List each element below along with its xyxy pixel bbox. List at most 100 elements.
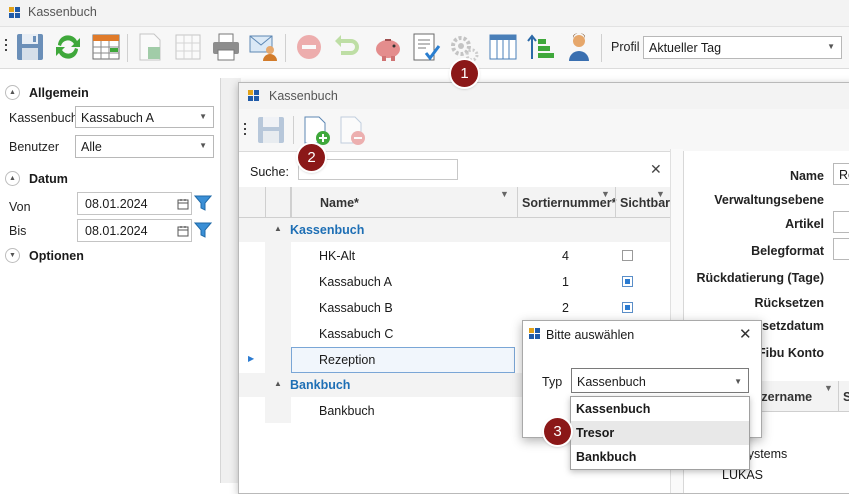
piggy-bank-button[interactable] (372, 31, 404, 63)
columns-button[interactable] (487, 31, 519, 63)
visible-checkbox[interactable] (622, 302, 633, 313)
table-row[interactable]: Kassabuch A 1 (291, 269, 670, 295)
calendar-grid-icon (92, 34, 120, 60)
typ-value: Kassenbuch (577, 375, 646, 389)
benutzer-dropdown[interactable]: Alle ▼ (75, 135, 214, 158)
option-bankbuch[interactable]: Bankbuch (571, 445, 749, 469)
export-excel-button[interactable] (134, 31, 166, 63)
column-header-visible[interactable]: Sichtbar ▼ (615, 187, 671, 217)
popup-title: Bitte auswählen (546, 328, 635, 342)
dialog-title-bar: Kassenbuch (239, 83, 849, 109)
delete-record-button[interactable] (336, 114, 368, 146)
columns-icon (489, 34, 517, 60)
save-button[interactable] (14, 31, 46, 63)
window-title: Kassenbuch (28, 5, 97, 19)
step-badge: 2 (298, 144, 325, 171)
table-row[interactable]: Kassabuch B 2 (291, 295, 670, 321)
refresh-icon (56, 35, 80, 59)
table-row[interactable]: HK-Alt 4 (291, 243, 670, 269)
belegformat-input[interactable] (833, 238, 849, 260)
undo-button[interactable] (331, 31, 363, 63)
chevron-down-icon: ▼ (199, 141, 207, 150)
app-logo-icon (9, 7, 21, 19)
collapse-allgemein-icon[interactable]: ▲ (5, 85, 20, 100)
current-row-indicator: ▶ (248, 354, 255, 363)
dialog-save-button[interactable] (255, 114, 287, 146)
expand-optionen-icon[interactable]: ▼ (5, 248, 20, 263)
name-label: Name (789, 169, 824, 183)
calendar-icon[interactable] (177, 225, 189, 237)
sort-icon (527, 34, 554, 59)
calendar-grid-button[interactable] (90, 31, 122, 63)
von-label: Von (9, 200, 31, 214)
sub-list-item[interactable]: LUKAS (722, 468, 763, 482)
column-header-sort[interactable]: Sortiernummer* ▼ (517, 187, 616, 217)
kassenbuch-label: Kassenbuch (9, 111, 78, 125)
option-kassenbuch[interactable]: Kassenbuch (571, 397, 749, 421)
cancel-button[interactable] (293, 31, 325, 63)
column-filter-icon[interactable]: ▼ (824, 383, 833, 393)
table-export-button[interactable] (172, 31, 204, 63)
document-check-icon (413, 33, 441, 61)
artikel-label: Artikel (785, 217, 824, 231)
profil-value: Aktueller Tag (649, 41, 722, 55)
print-button[interactable] (210, 31, 242, 63)
artikel-input[interactable] (833, 211, 849, 233)
typ-dropdown[interactable]: Kassenbuch ▼ (571, 368, 749, 393)
name-input[interactable]: Re (833, 163, 849, 185)
visible-checkbox[interactable] (622, 276, 633, 287)
document-check-button[interactable] (410, 31, 442, 63)
visible-checkbox[interactable] (622, 250, 633, 261)
collapse-group-icon[interactable]: ▲ (274, 224, 282, 233)
toolbar-grip[interactable] (5, 39, 8, 54)
toolbar-separator (293, 116, 294, 144)
kassenbuch-value: Kassabuch A (81, 111, 154, 125)
refresh-button[interactable] (52, 31, 84, 63)
cancel-icon (297, 35, 321, 59)
column-filter-icon[interactable]: ▼ (500, 189, 509, 199)
calendar-icon[interactable] (177, 198, 189, 210)
von-value: 08.01.2024 (85, 197, 148, 211)
toolbar-grip[interactable] (244, 123, 247, 138)
bis-date-input[interactable]: 08.01.2024 (77, 219, 192, 242)
close-icon[interactable]: ✕ (739, 325, 752, 343)
belegformat-label: Belegformat (751, 244, 824, 258)
group-row[interactable]: ▲ Kassenbuch (239, 218, 670, 242)
bis-value: 08.01.2024 (85, 224, 148, 238)
settings-button[interactable] (448, 31, 480, 63)
table-row-selected[interactable]: Rezeption (291, 347, 515, 373)
column-filter-icon[interactable]: ▼ (656, 189, 665, 199)
print-icon (213, 33, 239, 61)
section-datum: Datum (29, 172, 68, 186)
main-toolbar: Profil Aktueller Tag ▼ (0, 27, 849, 69)
von-date-input[interactable]: 08.01.2024 (77, 192, 192, 215)
user-button[interactable] (563, 31, 595, 63)
column-header-name[interactable]: Name* ▼ (291, 187, 518, 217)
kassenbuch-dropdown[interactable]: Kassabuch A ▼ (75, 106, 214, 128)
ruecksetzen-label: Rücksetzen (754, 296, 824, 310)
email-user-icon (249, 35, 277, 61)
step-badge: 3 (544, 418, 571, 445)
benutzer-label: Benutzer (9, 140, 60, 154)
filter-icon[interactable] (194, 221, 212, 239)
sub-column-header-2[interactable]: S (843, 390, 849, 404)
filter-panel: ▲ Allgemein Kassenbuch Kassabuch A ▼ Ben… (0, 69, 220, 483)
app-logo-icon (248, 90, 260, 102)
filter-icon[interactable] (194, 194, 212, 212)
benutzer-value: Alle (81, 140, 102, 154)
new-record-button[interactable] (300, 114, 332, 146)
clear-search-icon[interactable]: ✕ (650, 161, 662, 178)
collapse-datum-icon[interactable]: ▲ (5, 171, 20, 186)
chevron-down-icon: ▼ (827, 42, 835, 51)
collapse-group-icon[interactable]: ▲ (274, 379, 282, 388)
profil-label: Profil (611, 40, 640, 54)
email-user-button[interactable] (248, 31, 280, 63)
column-filter-icon[interactable]: ▼ (601, 189, 610, 199)
option-tresor[interactable]: Tresor (571, 421, 749, 445)
grid-header: Name* ▼ Sortiernummer* ▼ Sichtbar ▼ (239, 187, 670, 218)
sort-button[interactable] (525, 31, 557, 63)
search-label: Suche: (250, 165, 289, 179)
profil-dropdown[interactable]: Aktueller Tag ▼ (643, 36, 842, 59)
chevron-down-icon: ▼ (734, 377, 742, 386)
delete-document-icon (340, 116, 365, 145)
